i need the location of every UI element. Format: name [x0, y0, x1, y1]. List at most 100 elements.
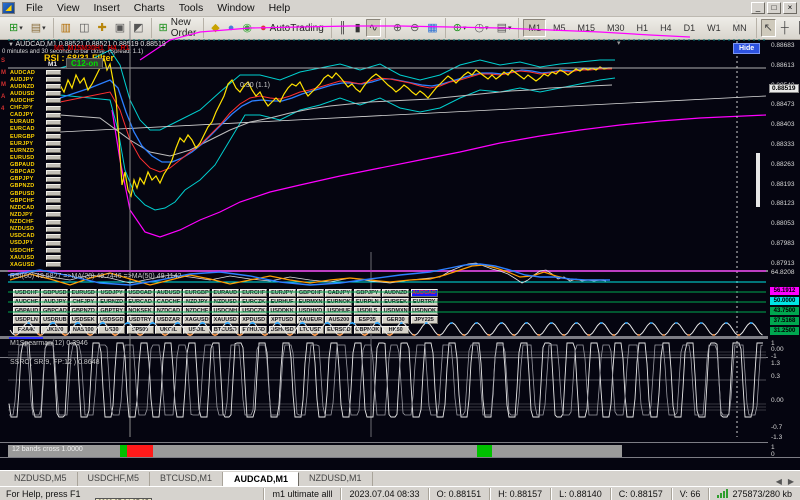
- timeframe-h4-button[interactable]: H4: [655, 19, 677, 37]
- symbol-button-nzdchf[interactable]: [46, 220, 61, 225]
- symbol-button-usdchf[interactable]: [46, 248, 61, 253]
- symbol-button-xauusd[interactable]: [46, 255, 61, 260]
- collapse-arrow-icon[interactable]: ▼: [8, 42, 14, 48]
- separator-spearman-ssrc[interactable]: [0, 357, 768, 358]
- symbol-button-audchf[interactable]: [46, 98, 61, 103]
- grid-button-eursek[interactable]: EURSEK: [382, 298, 409, 306]
- symbol-button-gbpjpy[interactable]: [46, 177, 61, 182]
- grid-button-eurgbp[interactable]: EURGBP: [183, 289, 210, 297]
- separator-ssrc-bands[interactable]: [0, 442, 768, 443]
- grid-button-btcusd[interactable]: BTCUSD: [212, 326, 239, 334]
- grid-button-gbpjpy[interactable]: GBPJPY: [354, 289, 381, 297]
- tab-nzdusd-m1[interactable]: NZDUSD,M1: [299, 472, 373, 486]
- bar-chart-button[interactable]: ║: [336, 19, 350, 37]
- symbol-button-gbpchf[interactable]: [46, 198, 61, 203]
- menu-file[interactable]: File: [19, 1, 50, 15]
- grid-button-euraud[interactable]: EURAUD: [212, 289, 239, 297]
- timeframe-d1-button[interactable]: D1: [679, 19, 701, 37]
- symbol-button-gbpcad[interactable]: [46, 170, 61, 175]
- grid-button-ltcusd[interactable]: LTCUSD: [297, 326, 324, 334]
- tab-nzdusd-m5[interactable]: NZDUSD,M5: [4, 472, 78, 486]
- grid-button-eurchf[interactable]: EURCHF: [240, 289, 267, 297]
- grid-button-eurjpy[interactable]: EURJPY: [269, 289, 296, 297]
- profiles-button[interactable]: ▤▾: [28, 19, 49, 37]
- tab-usdchf-m5[interactable]: USDCHF,M5: [78, 472, 151, 486]
- symbol-button-usdjpy[interactable]: [46, 241, 61, 246]
- grid-button-eurczk[interactable]: EURCZK: [240, 298, 267, 306]
- separator-rsi-spearman[interactable]: [0, 336, 768, 339]
- symbol-button-eurgbp[interactable]: [46, 134, 61, 139]
- new-chart-button[interactable]: ⊞▾: [6, 19, 26, 37]
- timeframe-w1-button[interactable]: W1: [702, 19, 726, 37]
- tile-windows-button[interactable]: ▦: [424, 19, 440, 37]
- menu-charts[interactable]: Charts: [127, 1, 172, 15]
- grid-button-usdchf[interactable]: USDCHF: [13, 289, 40, 297]
- grid-button-audnzd[interactable]: AUDNZD: [382, 289, 409, 297]
- grid-button-usdczk[interactable]: USDCZK: [240, 307, 267, 315]
- chart-shift-marker[interactable]: ▾: [617, 39, 621, 47]
- grid-button-gbpusd[interactable]: GBPUSD: [41, 289, 68, 297]
- grid-button-aus200[interactable]: AUS200: [325, 316, 352, 324]
- grid-button-cadjpy[interactable]: CADJPY: [325, 289, 352, 297]
- timeframe-m30-button[interactable]: M30: [602, 19, 630, 37]
- grid-button-usdzar[interactable]: USDZAR: [155, 316, 182, 324]
- grid-button-eurcad[interactable]: EURCAD: [127, 298, 154, 306]
- grid-button-esp35[interactable]: ESP35: [354, 316, 381, 324]
- grid-button-usdnok[interactable]: USDNOK: [411, 307, 438, 315]
- grid-button-nzdusd[interactable]: NZDUSD: [212, 298, 239, 306]
- periods-button[interactable]: ◷▾: [471, 19, 491, 37]
- symbol-button-cadjpy[interactable]: [46, 113, 61, 118]
- grid-button-audchf[interactable]: AUDCHF: [13, 298, 40, 306]
- grid-button-ukoil[interactable]: UKOIL: [155, 326, 182, 334]
- metaeditor-button[interactable]: ◆: [208, 19, 222, 37]
- grid-button-eursgd[interactable]: EURSGD: [325, 326, 352, 334]
- grid-button-sp500[interactable]: SP500: [127, 326, 154, 334]
- menu-insert[interactable]: Insert: [87, 1, 127, 15]
- timeframe-m1-button[interactable]: M1: [523, 19, 546, 37]
- grid-button-audjpy[interactable]: AUDJPY: [41, 298, 68, 306]
- grid-button-chfjpy[interactable]: CHFJPY: [70, 298, 97, 306]
- grid-button-eurnok[interactable]: EURNOK: [325, 298, 352, 306]
- grid-button-usdsek[interactable]: USDSEK: [70, 316, 97, 324]
- symbol-button-chfjpy[interactable]: [46, 106, 61, 111]
- grid-button-ethusd[interactable]: ETHUSD: [240, 326, 267, 334]
- grid-button-hk50[interactable]: HK50: [382, 326, 409, 334]
- menu-view[interactable]: View: [50, 1, 87, 15]
- timeframe-h1-button[interactable]: H1: [632, 19, 654, 37]
- grid-button-xauusd[interactable]: XAUUSD: [212, 316, 239, 324]
- line-chart-button[interactable]: ∿: [366, 19, 381, 37]
- grid-button-nzdchf[interactable]: NZDCHF: [183, 307, 210, 315]
- grid-button-noksek[interactable]: NOKSEK: [127, 307, 154, 315]
- timeframe-m5-button[interactable]: M5: [548, 19, 571, 37]
- zoom-out-button[interactable]: ⊖: [407, 19, 422, 37]
- market-watch-button[interactable]: ▥: [58, 19, 74, 37]
- grid-button-audusd[interactable]: AUDUSD: [155, 289, 182, 297]
- new-order-button[interactable]: ⊞New Order: [156, 19, 200, 37]
- menu-help[interactable]: Help: [262, 1, 298, 15]
- grid-button-usdpln[interactable]: USDPLN: [13, 316, 40, 324]
- vertical-line-button[interactable]: │: [794, 19, 800, 37]
- grid-button-usoil[interactable]: USOIL: [183, 326, 210, 334]
- grid-button-usdrub[interactable]: USDRUB: [41, 316, 68, 324]
- grid-button-cadchf[interactable]: CADCHF: [155, 298, 182, 306]
- close-button[interactable]: ×: [783, 2, 797, 14]
- indicators-button[interactable]: ⊕▾: [450, 19, 470, 37]
- grid-button-xpdusd[interactable]: XPDUSD: [240, 316, 267, 324]
- symbol-button-nzdcad[interactable]: [46, 205, 61, 210]
- strategy-tester-button[interactable]: ◩: [130, 19, 146, 37]
- hide-button[interactable]: Hide: [733, 43, 760, 54]
- grid-button-eurmxn[interactable]: EURMXN: [297, 298, 324, 306]
- symbol-button-audjpy[interactable]: [46, 77, 61, 82]
- candle-chart-button[interactable]: ▮: [352, 19, 364, 37]
- grid-button-eurpln[interactable]: EURPLN: [354, 298, 381, 306]
- grid-button-ger30[interactable]: GER30: [382, 316, 409, 324]
- grid-button-uk100[interactable]: UK100: [41, 326, 68, 334]
- grid-button-nas100[interactable]: NAS100: [70, 326, 97, 334]
- grid-button-xagusd[interactable]: XAGUSD: [183, 316, 210, 324]
- grid-button-eurusd[interactable]: EURUSD: [70, 289, 97, 297]
- cursor-button[interactable]: ↖: [761, 19, 776, 37]
- grid-button-audcad[interactable]: AUDCAD: [411, 289, 438, 297]
- symbol-button-audnzd[interactable]: [46, 84, 61, 89]
- grid-button-gbpaud[interactable]: GBPAUD: [13, 307, 40, 315]
- grid-button-gbpchf[interactable]: GBPCHF: [297, 289, 324, 297]
